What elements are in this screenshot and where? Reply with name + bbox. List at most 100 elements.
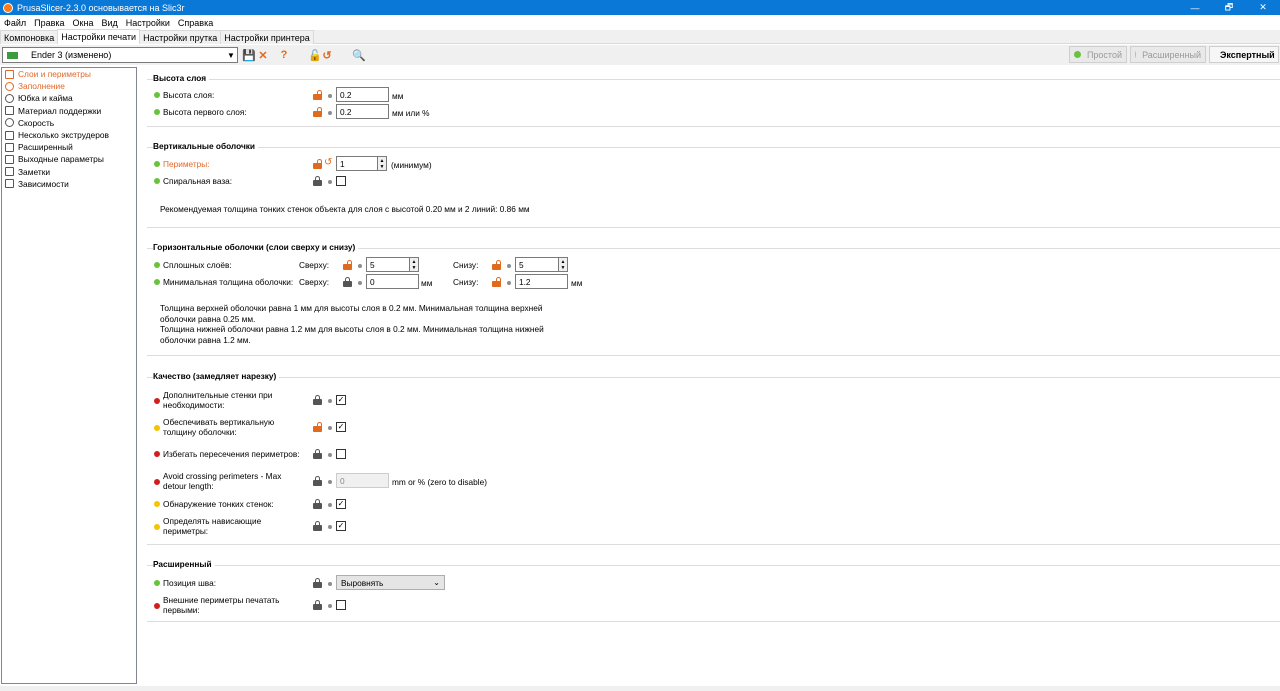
notes-icon (5, 167, 14, 177)
green-dot-icon (1074, 51, 1081, 58)
sidebar-item-advanced[interactable]: Расширенный (2, 141, 136, 153)
menu-file[interactable]: Файл (0, 18, 30, 28)
bottom-min-thickness-input[interactable]: 1.2 (515, 274, 568, 289)
window-title: PrusaSlicer-2.3.0 основывается на Slic3r (17, 2, 185, 13)
group-layer-height: Высота слоя Высота слоя: 0.2 мм Высота п… (147, 73, 1280, 127)
sidebar-item-output-options[interactable]: Выходные параметры (2, 153, 136, 165)
sidebar-item-multiple-extruders[interactable]: Несколько экструдеров (2, 129, 136, 141)
lock-icon[interactable] (313, 600, 322, 610)
sidebar-item-notes[interactable]: Заметки (2, 166, 136, 178)
title-bar: PrusaSlicer-2.3.0 основывается на Slic3r… (0, 0, 1280, 15)
maximize-button[interactable]: 🗗 (1212, 0, 1246, 15)
tab-filament-settings[interactable]: Настройки прутка (139, 30, 222, 44)
undo-icon[interactable]: ↺ (324, 157, 332, 168)
first-layer-height-input[interactable]: 0.2 (336, 104, 389, 119)
undo-legend-icon[interactable]: ↺ (320, 48, 334, 62)
mode-advanced-button[interactable]: Расширенный (1130, 46, 1206, 63)
group-title: Горизонтальные оболочки (слои сверху и с… (153, 242, 359, 252)
top-solid-layers-input[interactable]: 5 (366, 257, 410, 272)
wrench-icon (5, 142, 14, 152)
unlock-icon[interactable] (343, 260, 352, 270)
thin-walls-label: Обнаружение тонких стенок: (163, 499, 274, 509)
seam-position-select[interactable]: Выровнять ⌄ (336, 575, 445, 590)
preset-select[interactable]: Ender 3 (изменено) ▼ (2, 47, 238, 63)
bottom-solid-layers-input[interactable]: 5 (515, 257, 559, 272)
preset-name: Ender 3 (изменено) (31, 50, 112, 60)
bullet-icon (328, 399, 332, 403)
min-bottom-label: Снизу: (453, 277, 479, 287)
perimeters-stepper[interactable]: ▲ ▼ (378, 156, 387, 171)
sidebar-item-infill[interactable]: Заполнение (2, 80, 136, 92)
mode-advanced-label: Расширенный (1142, 49, 1201, 60)
thin-walls-checkbox[interactable]: ✓ (336, 499, 346, 509)
lock-icon[interactable] (313, 578, 322, 588)
avoid-crossing-checkbox[interactable] (336, 449, 346, 459)
mode-dot-icon (154, 279, 160, 285)
sidebar-item-support-material[interactable]: Материал поддержки (2, 105, 136, 117)
sidebar-item-layers-perimeters[interactable]: Слои и периметры (2, 68, 136, 80)
mode-simple-button[interactable]: Простой (1069, 46, 1127, 63)
seam-position-label: Позиция шва: (163, 578, 216, 588)
mode-dot-icon (154, 92, 160, 98)
bottom-solid-layers-stepper[interactable]: ▲ ▼ (559, 257, 568, 272)
sidebar-item-skirt-brim[interactable]: Юбка и кайма (2, 92, 136, 104)
group-advanced: Расширенный Позиция шва: Выровнять ⌄ Вне… (147, 559, 1280, 622)
spiral-vase-checkbox[interactable] (336, 176, 346, 186)
top-min-thickness-input[interactable]: 0 (366, 274, 419, 289)
unlock-icon[interactable] (492, 277, 501, 287)
menu-settings[interactable]: Настройки (122, 18, 174, 28)
skirt-icon (5, 93, 14, 103)
group-vertical-shells: Вертикальные оболочки Периметры: ↺ 1 ▲ ▼ … (147, 141, 1280, 228)
lock-icon[interactable] (313, 176, 322, 186)
menu-edit[interactable]: Правка (30, 18, 68, 28)
avoid-detour-input[interactable]: 0 (336, 473, 389, 488)
group-title: Вертикальные оболочки (153, 141, 259, 151)
overhangs-label-1: Определять нависающие (163, 516, 262, 526)
tab-print-settings[interactable]: Настройки печати (57, 29, 141, 44)
sidebar-item-speed[interactable]: Скорость (2, 117, 136, 129)
unlock-icon[interactable] (492, 260, 501, 270)
search-icon[interactable]: 🔍 (352, 48, 366, 62)
ensure-vertical-checkbox[interactable]: ✓ (336, 422, 346, 432)
settings-page-list: Слои и периметры Заполнение Юбка и кайма… (1, 67, 137, 684)
lock-icon[interactable] (313, 449, 322, 459)
menu-view[interactable]: Вид (97, 18, 121, 28)
mode-dot-icon (154, 425, 160, 431)
tab-printer-settings[interactable]: Настройки принтера (220, 30, 314, 44)
mode-dot-icon (154, 501, 160, 507)
perimeters-input[interactable]: 1 (336, 156, 378, 171)
avoid-crossing-label: Избегать пересечения периметров: (163, 449, 300, 459)
lock-icon[interactable] (313, 521, 322, 531)
close-button[interactable]: ✕ (1246, 0, 1280, 15)
unlock-icon[interactable] (313, 422, 322, 432)
mode-dot-icon (154, 178, 160, 184)
menu-help[interactable]: Справка (174, 18, 217, 28)
external-first-checkbox[interactable] (336, 600, 346, 610)
layer-height-label: Высота слоя: (163, 90, 215, 100)
lock-icon[interactable] (343, 277, 352, 287)
lock-icon[interactable] (313, 395, 322, 405)
extra-perimeters-checkbox[interactable]: ✓ (336, 395, 346, 405)
spin-down-icon: ▼ (560, 264, 566, 271)
save-preset-button[interactable]: 💾 (242, 48, 256, 62)
layer-height-input[interactable]: 0.2 (336, 87, 389, 102)
unlock-icon[interactable] (313, 90, 322, 100)
menu-window[interactable]: Окна (69, 18, 98, 28)
mode-dot-icon (154, 524, 160, 530)
chevron-down-icon: ▼ (227, 50, 235, 60)
help-button[interactable]: ? (277, 48, 291, 62)
mode-expert-button[interactable]: Экспертный (1209, 46, 1279, 63)
bullet-icon (507, 281, 511, 285)
chevron-down-icon: ⌄ (433, 578, 440, 587)
shell-hint-line-3: Толщина нижней оболочки равна 1.2 мм для… (160, 324, 544, 334)
top-solid-layers-stepper[interactable]: ▲ ▼ (410, 257, 419, 272)
sidebar-item-dependencies[interactable]: Зависимости (2, 178, 136, 190)
minimize-button[interactable]: — (1178, 0, 1212, 15)
overhangs-checkbox[interactable]: ✓ (336, 521, 346, 531)
lock-icon[interactable] (313, 499, 322, 509)
delete-preset-button[interactable]: ✕ (256, 48, 270, 62)
unlock-icon[interactable] (313, 107, 322, 117)
lock-icon[interactable] (313, 476, 322, 486)
tab-plater[interactable]: Компоновка (0, 30, 59, 44)
unlock-icon[interactable] (313, 159, 322, 169)
